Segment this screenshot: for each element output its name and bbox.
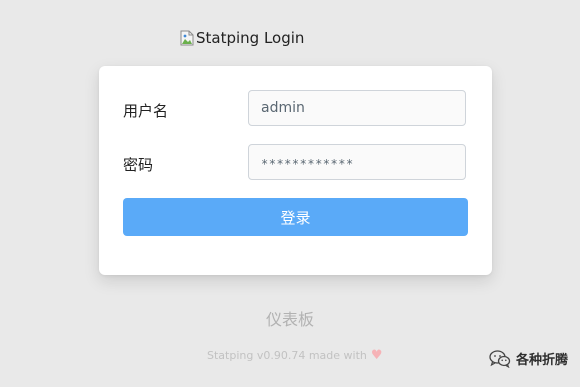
- wechat-icon: [489, 349, 511, 368]
- dashboard-link[interactable]: 仪表板: [0, 306, 580, 330]
- logo-alt-text: Statping Login: [196, 29, 305, 47]
- footer: Statping v0.90.74 made with ♥: [207, 349, 383, 362]
- username-field[interactable]: admin: [248, 90, 466, 126]
- broken-image-icon: [180, 30, 194, 46]
- login-button[interactable]: 登录: [123, 198, 468, 236]
- login-card: 用户名 admin 密码 ************ 登录: [99, 66, 492, 275]
- password-field[interactable]: ************: [248, 144, 466, 180]
- heart-icon: ♥: [370, 348, 383, 363]
- watermark-text: 各种折腾: [515, 353, 568, 368]
- statping-logo: Statping Login: [180, 27, 304, 49]
- watermark: 各种折腾: [489, 349, 568, 368]
- password-label: 密码: [123, 156, 154, 174]
- username-label: 用户名: [123, 102, 169, 120]
- footer-version-text: Statping v0.90.74 made with: [207, 349, 367, 362]
